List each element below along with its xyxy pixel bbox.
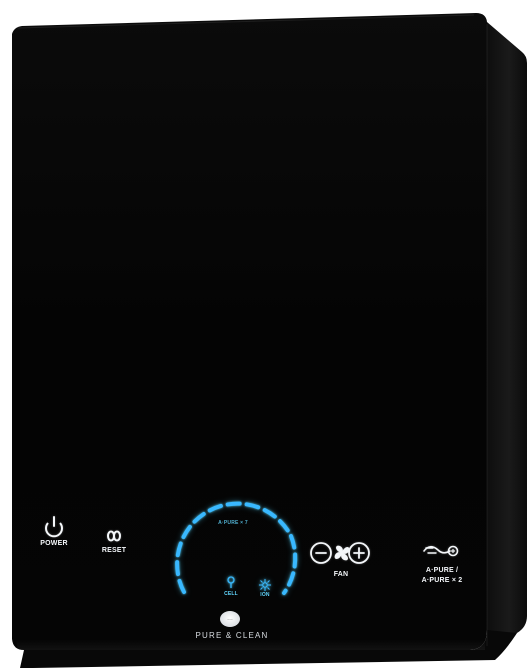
front-panel (12, 13, 487, 650)
ion-label: ION (260, 592, 270, 598)
apure-label-line-1: A·PURE / (425, 567, 459, 574)
brand-name: PURE & CLEAN (195, 631, 269, 640)
fan-icon (334, 545, 350, 561)
reset-label: RESET (101, 547, 127, 554)
air-purifier: ~~~ POWER RESET A·PURE × 7 CELL ION FAN … (0, 0, 531, 668)
cell-label: CELL (224, 591, 238, 597)
logo-mark-text: ~~~ (227, 618, 233, 622)
bottom-reflection (16, 640, 485, 650)
side-panel (487, 22, 527, 650)
power-label: POWER (40, 540, 68, 547)
apure-label-line-2: A·PURE × 2 (421, 577, 463, 584)
apure-indicator-label: A·PURE × 7 (218, 520, 248, 526)
product-photo: ~~~ POWER RESET A·PURE × 7 CELL ION FAN … (0, 0, 531, 668)
fan-label: FAN (333, 571, 349, 578)
